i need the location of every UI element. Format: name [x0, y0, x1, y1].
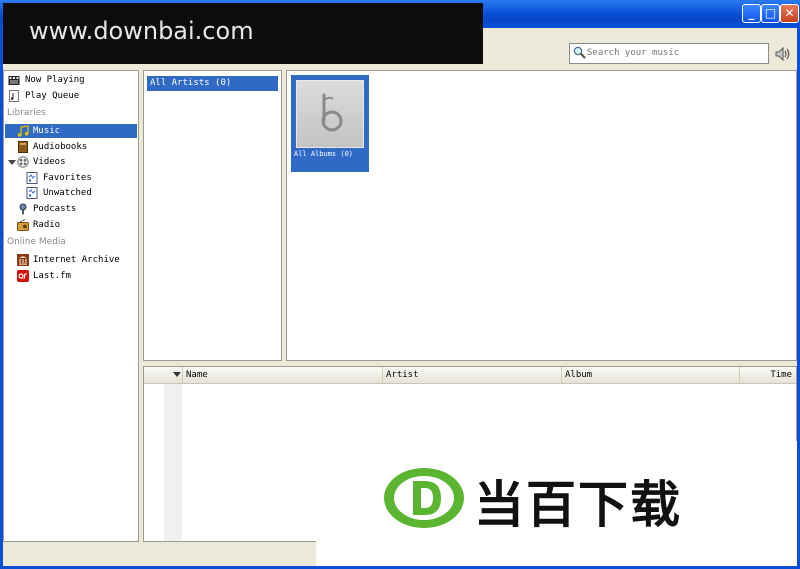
sidebar-item-label: Radio	[33, 220, 61, 230]
sidebar-item-lastfm[interactable]: Last.fm	[5, 269, 137, 283]
watermark-banner: www.downbai.com	[3, 3, 483, 64]
track-list-header: Name Artist Album Time	[144, 367, 796, 384]
video-icon	[17, 156, 29, 168]
sidebar-item-internet-archive[interactable]: Internet Archive	[5, 253, 137, 267]
watermark-logo-text: 当百下载	[474, 476, 682, 534]
libraries-heading: Libraries	[7, 108, 46, 118]
sidebar-item-label: Unwatched	[43, 188, 92, 198]
smart-playlist-icon	[26, 187, 38, 199]
track-list-gutter	[164, 384, 182, 541]
sidebar-item-audiobooks[interactable]: Audiobooks	[5, 140, 137, 154]
audiobook-icon	[18, 141, 28, 153]
sidebar-item-label: Podcasts	[33, 204, 77, 214]
album-cover	[296, 80, 364, 148]
watermark-d-logo-icon	[384, 468, 464, 528]
watermark-logo: 当百下载	[316, 441, 797, 566]
search-box[interactable]	[569, 43, 769, 64]
music-note-icon	[17, 125, 29, 137]
column-header-time[interactable]: Time	[739, 367, 796, 383]
status-bar	[3, 543, 317, 566]
now-playing-icon	[8, 76, 20, 85]
sidebar-item-play-queue[interactable]: Play Queue	[5, 89, 137, 103]
sidebar-item-label: Music	[33, 126, 61, 136]
album-label: All Albums (0)	[294, 150, 354, 158]
album-grid: All Albums (0)	[286, 70, 797, 361]
play-queue-icon	[9, 90, 19, 102]
album-tile-all[interactable]: All Albums (0)	[291, 75, 369, 172]
archive-icon	[17, 254, 29, 266]
lastfm-icon	[17, 270, 29, 282]
search-icon	[573, 46, 586, 59]
smart-playlist-icon	[26, 172, 38, 184]
sidebar-item-podcasts[interactable]: Podcasts	[5, 202, 137, 216]
column-header-name[interactable]: Name	[182, 367, 382, 383]
search-input[interactable]	[587, 45, 765, 61]
sidebar-item-label: Internet Archive	[33, 255, 120, 265]
sidebar-item-label: Audiobooks	[33, 142, 88, 152]
artist-list: All Artists (0)	[143, 70, 282, 361]
column-header-album[interactable]: Album	[561, 367, 739, 383]
sidebar-item-label: Favorites	[43, 173, 92, 183]
volume-icon[interactable]	[774, 45, 792, 63]
banshee-logo-icon	[321, 93, 343, 132]
minimize-button[interactable]: _	[742, 4, 761, 23]
radio-icon	[17, 219, 29, 231]
sidebar-item-now-playing[interactable]: Now Playing	[5, 73, 137, 87]
close-button[interactable]: ✕	[780, 4, 799, 23]
sidebar-item-radio[interactable]: Radio	[5, 218, 137, 232]
podcast-icon	[19, 203, 27, 215]
sidebar: Now Playing Play Queue Libraries Music A…	[3, 70, 139, 542]
sidebar-item-videos[interactable]: Videos	[5, 155, 137, 169]
sort-arrow-icon[interactable]	[173, 372, 181, 377]
column-header-artist[interactable]: Artist	[382, 367, 562, 383]
sidebar-item-favorites[interactable]: Favorites	[5, 171, 137, 185]
sidebar-item-music[interactable]: Music	[5, 124, 137, 138]
sidebar-item-label: Now Playing	[25, 75, 85, 85]
sidebar-item-label: Last.fm	[33, 271, 71, 281]
sidebar-item-unwatched[interactable]: Unwatched	[5, 186, 137, 200]
artist-row-all[interactable]: All Artists (0)	[147, 76, 278, 91]
sidebar-item-label: Play Queue	[25, 91, 80, 101]
maximize-button[interactable]: □	[761, 4, 780, 23]
online-media-heading: Online Media	[7, 237, 66, 247]
sidebar-item-label: Videos	[33, 157, 66, 167]
